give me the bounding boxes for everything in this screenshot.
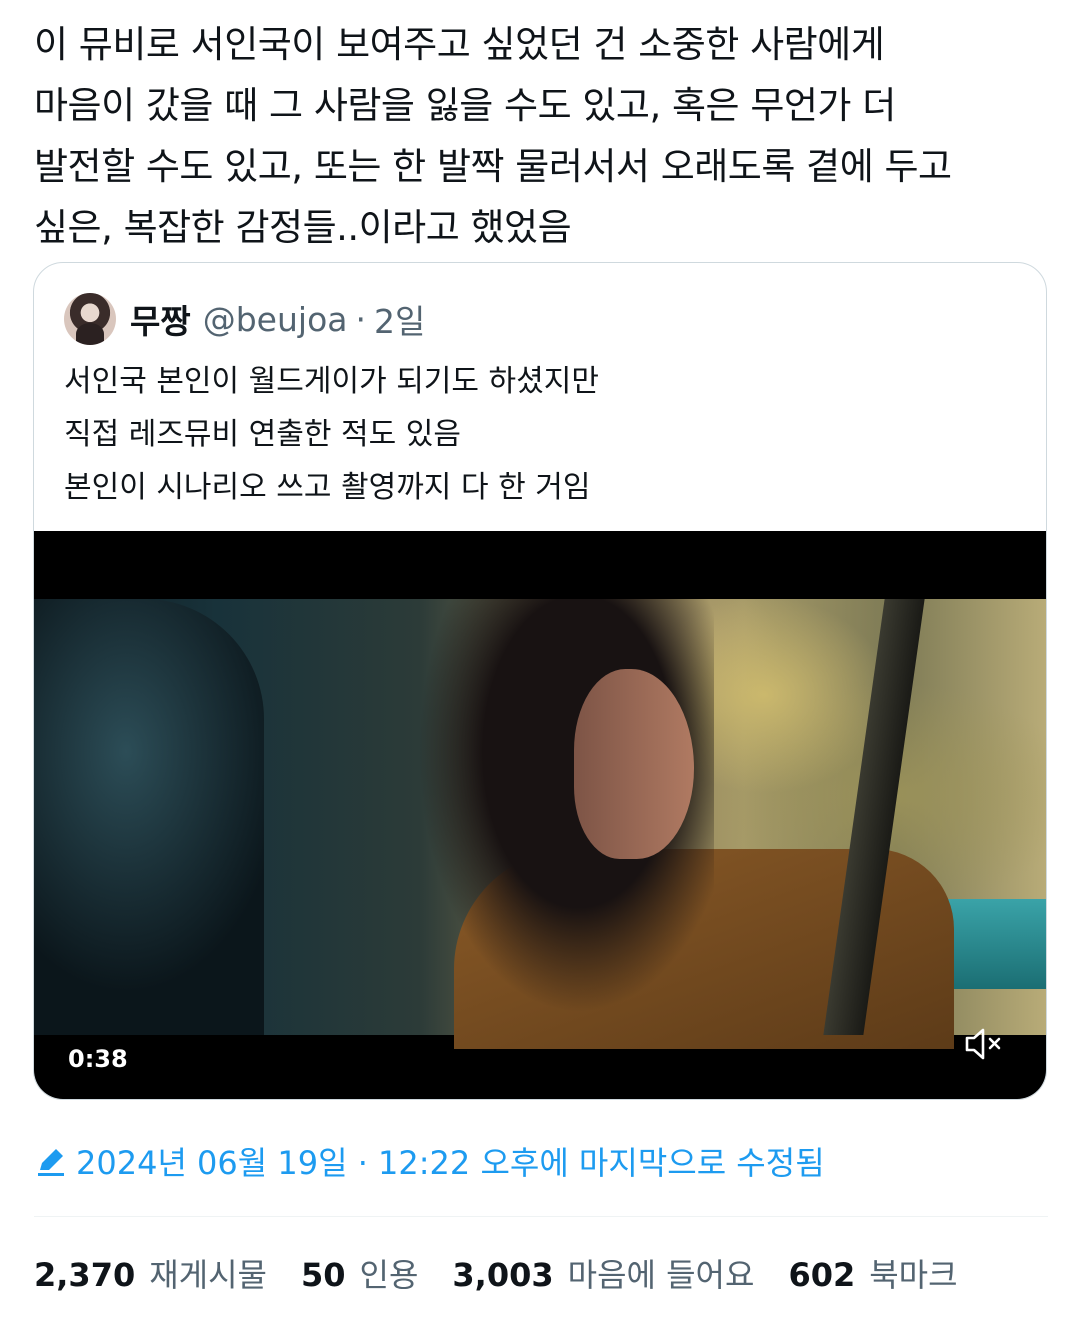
quoted-text-line: 서인국 본인이 월드게이가 되기도 하셨지만 (64, 364, 599, 399)
video-player[interactable]: 0:38 (34, 531, 1046, 1099)
quoted-text-line: 본인이 시나리오 쓰고 촬영까지 다 한 거임 (64, 470, 591, 505)
likes-label: 마음에 들어요 (567, 1256, 755, 1294)
quoted-author-handle[interactable]: @beujoa (203, 300, 348, 339)
edited-text[interactable]: 2024년 06월 19일 · 12:22 오후에 마지막으로 수정됨 (76, 1138, 825, 1184)
bookmarks-count: 602 (788, 1256, 856, 1294)
divider (34, 1216, 1048, 1217)
video-duration: 0:38 (68, 1045, 128, 1073)
retweets-count: 2,370 (34, 1256, 136, 1294)
quotes-stat[interactable]: 50 인용 (301, 1250, 418, 1296)
tweet-text-line: 싶은, 복잡한 감정들..이라고 했었음 (34, 206, 572, 249)
engagement-stats: 2,370 재게시물 50 인용 3,003 마음에 들어요 602 북마크 (34, 1250, 992, 1296)
quotes-label: 인용 (359, 1256, 419, 1294)
speaker-muted-icon[interactable] (964, 1027, 1004, 1061)
pencil-icon (38, 1149, 64, 1176)
retweets-stat[interactable]: 2,370 재게시물 (34, 1250, 267, 1296)
bookmarks-stat[interactable]: 602 북마크 (788, 1250, 957, 1296)
tweet-text: 이 뮤비로 서인국이 보여주고 싶었던 건 소중한 사람에게 마음이 갔을 때 … (34, 14, 1054, 258)
tweet-text-line: 마음이 갔을 때 그 사람을 잃을 수도 있고, 혹은 무언가 더 (34, 84, 896, 127)
avatar[interactable] (64, 293, 116, 345)
separator-dot: · (355, 299, 366, 339)
quoted-tweet-text: 서인국 본인이 월드게이가 되기도 하셨지만 직접 레즈뮤비 연출한 적도 있음… (64, 355, 599, 514)
quoted-timestamp[interactable]: 2일 (374, 295, 425, 343)
edit-history-link[interactable]: 2024년 06월 19일 · 12:22 오후에 마지막으로 수정됨 (34, 1138, 825, 1184)
quoted-text-line: 직접 레즈뮤비 연출한 적도 있음 (64, 417, 461, 452)
quoted-tweet-header: 무짱 @beujoa · 2일 (64, 293, 425, 345)
tweet-text-line: 발전할 수도 있고, 또는 한 발짝 물러서서 오래도록 곁에 두고 (34, 145, 952, 188)
car-seat (34, 599, 264, 1035)
quotes-count: 50 (300, 1256, 346, 1294)
likes-count: 3,003 (452, 1256, 554, 1294)
bookmarks-label: 북마크 (869, 1256, 958, 1294)
retweets-label: 재게시물 (149, 1256, 267, 1294)
video-frame[interactable] (34, 599, 1046, 1049)
quoted-tweet-card[interactable]: 무짱 @beujoa · 2일 서인국 본인이 월드게이가 되기도 하셨지만 직… (33, 262, 1047, 1100)
quoted-author-name[interactable]: 무짱 (130, 295, 191, 343)
tweet-text-line: 이 뮤비로 서인국이 보여주고 싶었던 건 소중한 사람에게 (34, 23, 885, 66)
likes-stat[interactable]: 3,003 마음에 들어요 (452, 1250, 754, 1296)
